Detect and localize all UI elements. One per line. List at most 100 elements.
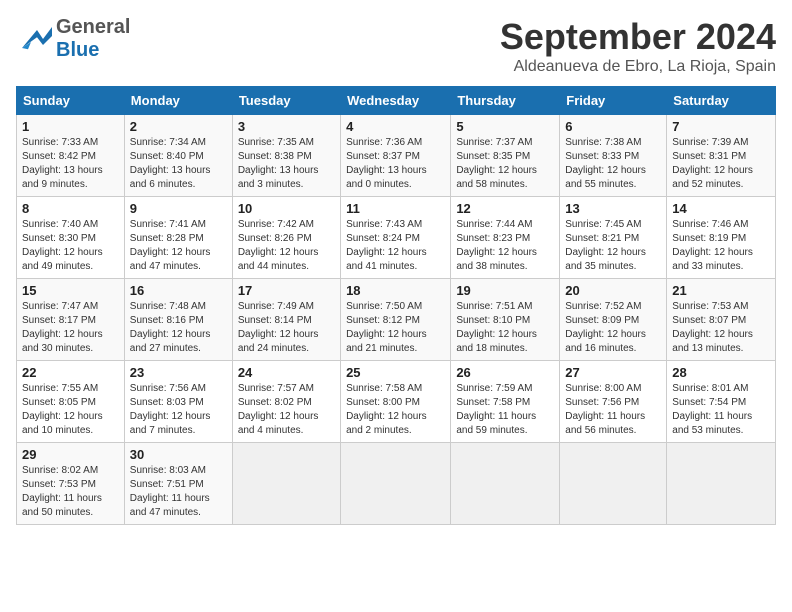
day-number: 25 bbox=[346, 365, 445, 380]
calendar-cell: 26 Sunrise: 7:59 AM Sunset: 7:58 PM Dayl… bbox=[451, 361, 560, 443]
day-number: 27 bbox=[565, 365, 661, 380]
calendar-cell: 28 Sunrise: 8:01 AM Sunset: 7:54 PM Dayl… bbox=[667, 361, 776, 443]
header-sunday: Sunday bbox=[17, 87, 125, 115]
day-info: Sunrise: 8:02 AM Sunset: 7:53 PM Dayligh… bbox=[22, 464, 119, 520]
day-info: Sunrise: 7:34 AM Sunset: 8:40 PM Dayligh… bbox=[130, 136, 227, 192]
calendar-cell: 4 Sunrise: 7:36 AM Sunset: 8:37 PM Dayli… bbox=[341, 115, 451, 197]
day-info: Sunrise: 7:42 AM Sunset: 8:26 PM Dayligh… bbox=[238, 218, 335, 274]
day-info: Sunrise: 7:57 AM Sunset: 8:02 PM Dayligh… bbox=[238, 382, 335, 438]
day-number: 7 bbox=[672, 119, 770, 134]
day-info: Sunrise: 7:51 AM Sunset: 8:10 PM Dayligh… bbox=[456, 300, 554, 356]
day-info: Sunrise: 7:49 AM Sunset: 8:14 PM Dayligh… bbox=[238, 300, 335, 356]
day-info: Sunrise: 7:53 AM Sunset: 8:07 PM Dayligh… bbox=[672, 300, 770, 356]
day-number: 16 bbox=[130, 283, 227, 298]
day-number: 9 bbox=[130, 201, 227, 216]
day-info: Sunrise: 7:56 AM Sunset: 8:03 PM Dayligh… bbox=[130, 382, 227, 438]
day-number: 24 bbox=[238, 365, 335, 380]
day-info: Sunrise: 7:37 AM Sunset: 8:35 PM Dayligh… bbox=[456, 136, 554, 192]
day-info: Sunrise: 7:45 AM Sunset: 8:21 PM Dayligh… bbox=[565, 218, 661, 274]
day-info: Sunrise: 7:50 AM Sunset: 8:12 PM Dayligh… bbox=[346, 300, 445, 356]
logo: General Blue bbox=[16, 16, 130, 62]
day-number: 11 bbox=[346, 201, 445, 216]
day-number: 4 bbox=[346, 119, 445, 134]
calendar-cell: 3 Sunrise: 7:35 AM Sunset: 8:38 PM Dayli… bbox=[232, 115, 340, 197]
calendar-cell: 9 Sunrise: 7:41 AM Sunset: 8:28 PM Dayli… bbox=[124, 197, 232, 279]
day-info: Sunrise: 7:41 AM Sunset: 8:28 PM Dayligh… bbox=[130, 218, 227, 274]
day-info: Sunrise: 7:33 AM Sunset: 8:42 PM Dayligh… bbox=[22, 136, 119, 192]
calendar-cell: 12 Sunrise: 7:44 AM Sunset: 8:23 PM Dayl… bbox=[451, 197, 560, 279]
day-info: Sunrise: 7:55 AM Sunset: 8:05 PM Dayligh… bbox=[22, 382, 119, 438]
calendar-cell: 8 Sunrise: 7:40 AM Sunset: 8:30 PM Dayli… bbox=[17, 197, 125, 279]
header-saturday: Saturday bbox=[667, 87, 776, 115]
header-wednesday: Wednesday bbox=[341, 87, 451, 115]
page-header: General Blue September 2024 Aldeanueva d… bbox=[16, 16, 776, 76]
calendar-cell bbox=[232, 443, 340, 525]
day-number: 26 bbox=[456, 365, 554, 380]
day-number: 13 bbox=[565, 201, 661, 216]
day-info: Sunrise: 7:52 AM Sunset: 8:09 PM Dayligh… bbox=[565, 300, 661, 356]
calendar-cell: 7 Sunrise: 7:39 AM Sunset: 8:31 PM Dayli… bbox=[667, 115, 776, 197]
month-title: September 2024 bbox=[500, 16, 776, 58]
day-number: 23 bbox=[130, 365, 227, 380]
day-info: Sunrise: 7:46 AM Sunset: 8:19 PM Dayligh… bbox=[672, 218, 770, 274]
day-info: Sunrise: 8:03 AM Sunset: 7:51 PM Dayligh… bbox=[130, 464, 227, 520]
day-number: 14 bbox=[672, 201, 770, 216]
day-info: Sunrise: 7:58 AM Sunset: 8:00 PM Dayligh… bbox=[346, 382, 445, 438]
day-number: 3 bbox=[238, 119, 335, 134]
location-title: Aldeanueva de Ebro, La Rioja, Spain bbox=[500, 58, 776, 76]
day-number: 15 bbox=[22, 283, 119, 298]
calendar-cell: 17 Sunrise: 7:49 AM Sunset: 8:14 PM Dayl… bbox=[232, 279, 340, 361]
day-number: 18 bbox=[346, 283, 445, 298]
calendar-cell bbox=[667, 443, 776, 525]
day-number: 30 bbox=[130, 447, 227, 462]
calendar-cell: 27 Sunrise: 8:00 AM Sunset: 7:56 PM Dayl… bbox=[560, 361, 667, 443]
day-number: 28 bbox=[672, 365, 770, 380]
day-number: 2 bbox=[130, 119, 227, 134]
calendar-cell: 5 Sunrise: 7:37 AM Sunset: 8:35 PM Dayli… bbox=[451, 115, 560, 197]
logo-icon bbox=[16, 21, 52, 57]
day-number: 1 bbox=[22, 119, 119, 134]
calendar-cell: 22 Sunrise: 7:55 AM Sunset: 8:05 PM Dayl… bbox=[17, 361, 125, 443]
header-thursday: Thursday bbox=[451, 87, 560, 115]
calendar-cell bbox=[560, 443, 667, 525]
header-friday: Friday bbox=[560, 87, 667, 115]
calendar-cell: 16 Sunrise: 7:48 AM Sunset: 8:16 PM Dayl… bbox=[124, 279, 232, 361]
calendar-week-3: 15 Sunrise: 7:47 AM Sunset: 8:17 PM Dayl… bbox=[17, 279, 776, 361]
calendar-cell: 30 Sunrise: 8:03 AM Sunset: 7:51 PM Dayl… bbox=[124, 443, 232, 525]
calendar-table: Sunday Monday Tuesday Wednesday Thursday… bbox=[16, 86, 776, 525]
calendar-cell: 18 Sunrise: 7:50 AM Sunset: 8:12 PM Dayl… bbox=[341, 279, 451, 361]
day-number: 10 bbox=[238, 201, 335, 216]
day-number: 6 bbox=[565, 119, 661, 134]
header-monday: Monday bbox=[124, 87, 232, 115]
day-info: Sunrise: 7:40 AM Sunset: 8:30 PM Dayligh… bbox=[22, 218, 119, 274]
day-number: 17 bbox=[238, 283, 335, 298]
calendar-cell: 29 Sunrise: 8:02 AM Sunset: 7:53 PM Dayl… bbox=[17, 443, 125, 525]
title-block: September 2024 Aldeanueva de Ebro, La Ri… bbox=[500, 16, 776, 76]
header-tuesday: Tuesday bbox=[232, 87, 340, 115]
calendar-week-5: 29 Sunrise: 8:02 AM Sunset: 7:53 PM Dayl… bbox=[17, 443, 776, 525]
day-info: Sunrise: 7:38 AM Sunset: 8:33 PM Dayligh… bbox=[565, 136, 661, 192]
day-info: Sunrise: 8:00 AM Sunset: 7:56 PM Dayligh… bbox=[565, 382, 661, 438]
day-number: 20 bbox=[565, 283, 661, 298]
calendar-week-4: 22 Sunrise: 7:55 AM Sunset: 8:05 PM Dayl… bbox=[17, 361, 776, 443]
calendar-week-2: 8 Sunrise: 7:40 AM Sunset: 8:30 PM Dayli… bbox=[17, 197, 776, 279]
calendar-cell bbox=[451, 443, 560, 525]
calendar-cell: 13 Sunrise: 7:45 AM Sunset: 8:21 PM Dayl… bbox=[560, 197, 667, 279]
calendar-cell: 2 Sunrise: 7:34 AM Sunset: 8:40 PM Dayli… bbox=[124, 115, 232, 197]
calendar-cell: 11 Sunrise: 7:43 AM Sunset: 8:24 PM Dayl… bbox=[341, 197, 451, 279]
calendar-cell: 10 Sunrise: 7:42 AM Sunset: 8:26 PM Dayl… bbox=[232, 197, 340, 279]
calendar-cell: 15 Sunrise: 7:47 AM Sunset: 8:17 PM Dayl… bbox=[17, 279, 125, 361]
day-number: 8 bbox=[22, 201, 119, 216]
day-info: Sunrise: 7:39 AM Sunset: 8:31 PM Dayligh… bbox=[672, 136, 770, 192]
day-info: Sunrise: 7:59 AM Sunset: 7:58 PM Dayligh… bbox=[456, 382, 554, 438]
calendar-cell: 21 Sunrise: 7:53 AM Sunset: 8:07 PM Dayl… bbox=[667, 279, 776, 361]
day-info: Sunrise: 7:35 AM Sunset: 8:38 PM Dayligh… bbox=[238, 136, 335, 192]
day-number: 29 bbox=[22, 447, 119, 462]
day-info: Sunrise: 8:01 AM Sunset: 7:54 PM Dayligh… bbox=[672, 382, 770, 438]
day-number: 19 bbox=[456, 283, 554, 298]
day-info: Sunrise: 7:44 AM Sunset: 8:23 PM Dayligh… bbox=[456, 218, 554, 274]
day-info: Sunrise: 7:43 AM Sunset: 8:24 PM Dayligh… bbox=[346, 218, 445, 274]
calendar-cell: 24 Sunrise: 7:57 AM Sunset: 8:02 PM Dayl… bbox=[232, 361, 340, 443]
day-info: Sunrise: 7:48 AM Sunset: 8:16 PM Dayligh… bbox=[130, 300, 227, 356]
day-number: 21 bbox=[672, 283, 770, 298]
